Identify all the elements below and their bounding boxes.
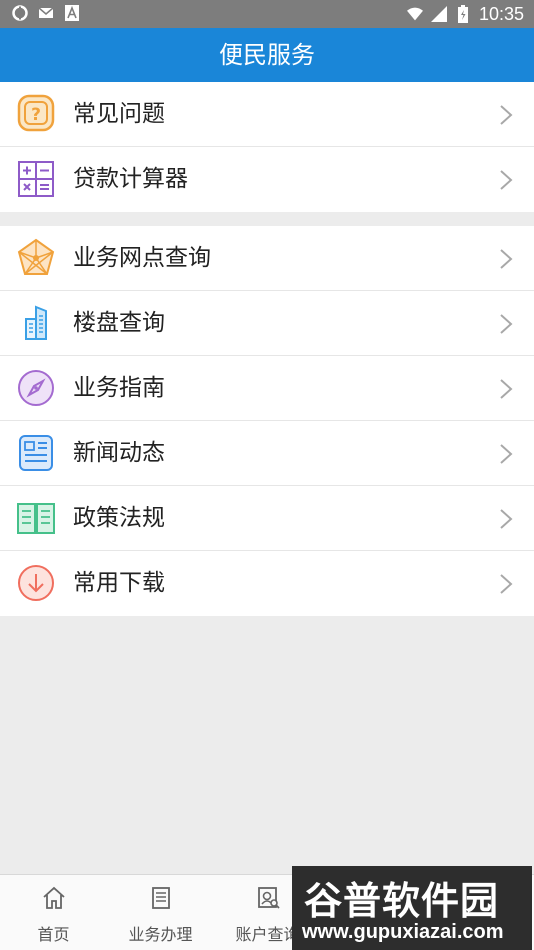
news-icon [16, 433, 56, 473]
chevron-right-icon [498, 378, 514, 400]
wifi-icon [406, 6, 423, 22]
download-icon [16, 563, 56, 603]
menu-group-1: ? 常见问题 贷款计算器 [0, 82, 534, 212]
book-icon [16, 498, 56, 538]
tab-business[interactable]: 业务办理 [107, 875, 214, 950]
menu-item-business-guide[interactable]: 业务指南 [0, 356, 534, 421]
mail-icon [38, 5, 54, 21]
chevron-right-icon [498, 573, 514, 595]
menu-label-property-query: 楼盘查询 [73, 310, 165, 336]
watermark: 谷普软件园 www.gupuxiazai.com [292, 866, 532, 950]
menu-item-downloads[interactable]: 常用下载 [0, 551, 534, 616]
chevron-right-icon [498, 104, 514, 126]
menu-label-business-guide: 业务指南 [73, 375, 165, 401]
menu-label-branch-query: 业务网点查询 [73, 245, 211, 271]
chevron-right-icon [498, 313, 514, 335]
chevron-right-icon [498, 248, 514, 270]
chevron-right-icon [498, 443, 514, 465]
font-app-icon [64, 5, 80, 21]
tab-label-business: 业务办理 [128, 925, 193, 944]
chevron-right-icon [498, 508, 514, 530]
menu-label-loan-calculator: 贷款计算器 [73, 166, 188, 192]
menu-item-branch-query[interactable]: 业务网点查询 [0, 226, 534, 291]
menu-label-news: 新闻动态 [73, 440, 165, 466]
menu-label-downloads: 常用下载 [73, 570, 165, 596]
battery-icon [455, 5, 471, 23]
page-title: 便民服务 [0, 28, 534, 82]
document-icon [148, 885, 174, 911]
signal-icon [430, 6, 447, 22]
account-search-icon [255, 885, 281, 911]
clock: 10:35 [478, 4, 524, 24]
compass-icon [16, 368, 56, 408]
menu-label-policy: 政策法规 [73, 505, 165, 531]
tab-label-home: 首页 [37, 925, 70, 944]
question-icon: ? [16, 94, 56, 134]
menu-item-property-query[interactable]: 楼盘查询 [0, 291, 534, 356]
watermark-url: www.gupuxiazai.com [302, 921, 504, 943]
home-icon [41, 885, 67, 911]
calculator-icon [16, 159, 56, 199]
menu-item-news[interactable]: 新闻动态 [0, 421, 534, 486]
menu-item-loan-calculator[interactable]: 贷款计算器 [0, 147, 534, 212]
svg-text:?: ? [31, 105, 41, 125]
building-icon [16, 303, 56, 343]
network-icon [16, 238, 56, 278]
menu-item-faq[interactable]: ? 常见问题 [0, 82, 534, 147]
menu-group-2: 业务网点查询 楼盘查询 业务指南 新闻动态 政策法规 常用下载 [0, 226, 534, 616]
status-bar: 10:35 [0, 0, 534, 28]
menu-label-faq: 常见问题 [73, 101, 165, 127]
chevron-right-icon [498, 169, 514, 191]
tab-home[interactable]: 首页 [0, 875, 107, 950]
watermark-title: 谷普软件园 [304, 879, 500, 923]
sync-icon [12, 5, 28, 21]
menu-item-policy[interactable]: 政策法规 [0, 486, 534, 551]
